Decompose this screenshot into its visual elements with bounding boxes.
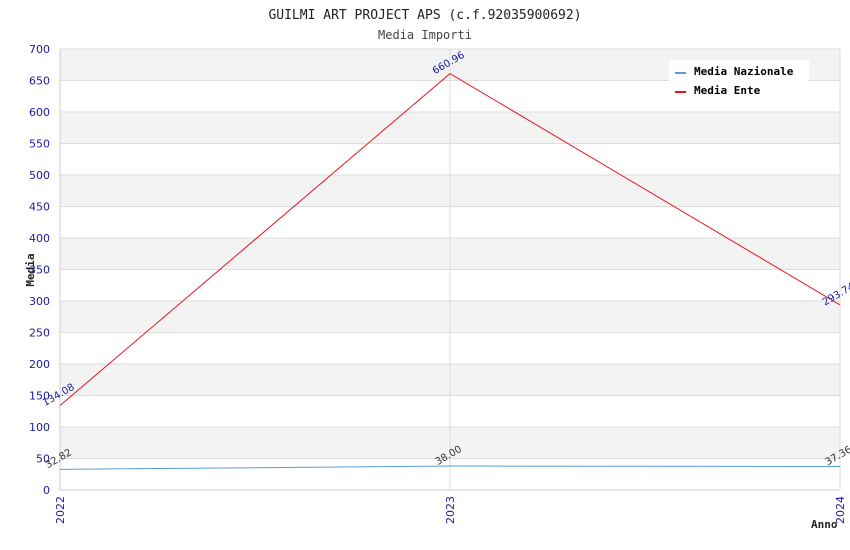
y-tick-label: 600: [29, 106, 50, 119]
legend-label-media-ente: Media Ente: [694, 84, 761, 97]
y-tick-label: 650: [29, 75, 50, 88]
y-tick-label: 200: [29, 358, 50, 371]
chart-title: GUILMI ART PROJECT APS (c.f.92035900692): [268, 8, 581, 23]
x-tick-labels: 2022 2023 2024: [54, 496, 847, 524]
y-tick-label: 300: [29, 295, 50, 308]
chart-subtitle: Media Importi: [378, 28, 472, 42]
y-tick-label: 450: [29, 201, 50, 214]
chart: GUILMI ART PROJECT APS (c.f.92035900692)…: [24, 8, 850, 531]
y-tick-label: 700: [29, 43, 50, 56]
x-axis-label: Anno: [811, 518, 838, 531]
y-tick-label: 100: [29, 421, 50, 434]
legend: Media Nazionale Media Ente: [669, 60, 809, 100]
x-tick-label: 2022: [54, 496, 67, 524]
y-tick-label: 250: [29, 327, 50, 340]
y-tick-label: 0: [43, 484, 50, 497]
y-tick-label: 550: [29, 138, 50, 151]
y-axis-label: Media: [24, 253, 37, 286]
x-tick-label: 2023: [444, 496, 457, 524]
y-tick-label: 400: [29, 232, 50, 245]
legend-label-media-nazionale: Media Nazionale: [694, 65, 794, 78]
y-tick-label: 500: [29, 169, 50, 182]
